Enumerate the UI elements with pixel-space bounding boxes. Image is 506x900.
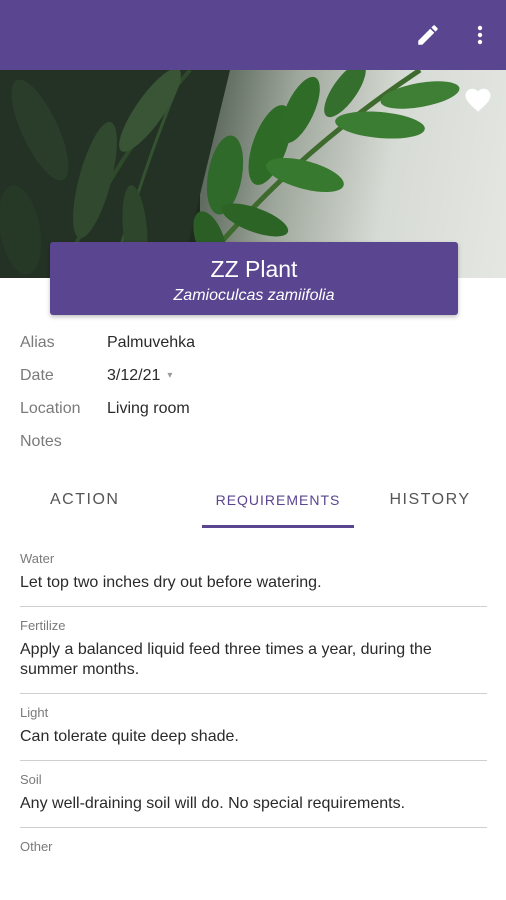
- requirement-text: Apply a balanced liquid feed three times…: [20, 641, 432, 678]
- plant-title-card: ZZ Plant Zamioculcas zamiifolia: [50, 242, 458, 315]
- plant-name: ZZ Plant: [210, 256, 298, 282]
- location-value[interactable]: Living room: [107, 400, 190, 418]
- alias-row: Alias Palmuvehka: [20, 326, 486, 359]
- requirement-label: Light: [20, 705, 49, 720]
- date-text: 3/12/21: [107, 366, 161, 384]
- requirement-fertilize: Fertilize Apply a balanced liquid feed t…: [20, 607, 487, 694]
- requirement-label: Fertilize: [20, 618, 66, 633]
- requirement-light: Light Can tolerate quite deep shade.: [20, 694, 487, 761]
- notes-row: Notes: [20, 425, 486, 458]
- top-app-bar: [0, 0, 506, 70]
- requirements-list: Water Let top two inches dry out before …: [20, 540, 487, 874]
- requirement-text: Let top two inches dry out before wateri…: [20, 574, 322, 591]
- plant-details: Alias Palmuvehka Date 3/12/21 ▾ Location …: [20, 326, 486, 458]
- alias-value[interactable]: Palmuvehka: [107, 334, 195, 352]
- requirement-label: Soil: [20, 772, 42, 787]
- tab-action[interactable]: ACTION: [0, 472, 202, 528]
- more-options-button[interactable]: [458, 13, 502, 57]
- requirement-other: Other: [20, 828, 487, 874]
- alias-label: Alias: [20, 333, 55, 351]
- plant-detail-screen: ZZ Plant Zamioculcas zamiifolia Alias Pa…: [0, 0, 506, 900]
- tab-requirements[interactable]: REQUIREMENTS: [202, 472, 354, 528]
- date-label: Date: [20, 366, 54, 384]
- favorite-button[interactable]: [458, 80, 498, 120]
- edit-button[interactable]: [406, 13, 450, 57]
- date-dropdown-icon[interactable]: ▾: [167, 370, 172, 381]
- location-row: Location Living room: [20, 392, 486, 425]
- requirement-label: Water: [20, 551, 55, 566]
- requirement-soil: Soil Any well-draining soil will do. No …: [20, 761, 487, 828]
- notes-label: Notes: [20, 432, 62, 450]
- tab-history[interactable]: HISTORY: [354, 472, 506, 528]
- date-row: Date 3/12/21 ▾: [20, 359, 486, 392]
- requirement-water: Water Let top two inches dry out before …: [20, 540, 487, 607]
- pencil-icon: [418, 25, 438, 45]
- requirement-text: Any well-draining soil will do. No speci…: [20, 795, 406, 812]
- plant-scientific-name: Zamioculcas zamiifolia: [173, 287, 335, 304]
- location-label: Location: [20, 399, 81, 417]
- date-value[interactable]: 3/12/21 ▾: [107, 367, 172, 385]
- requirement-label: Other: [20, 839, 53, 854]
- heart-icon: [465, 88, 491, 112]
- more-vert-icon: [477, 25, 483, 45]
- requirement-text: Can tolerate quite deep shade.: [20, 728, 239, 745]
- tab-bar: ACTION REQUIREMENTS HISTORY: [0, 472, 506, 528]
